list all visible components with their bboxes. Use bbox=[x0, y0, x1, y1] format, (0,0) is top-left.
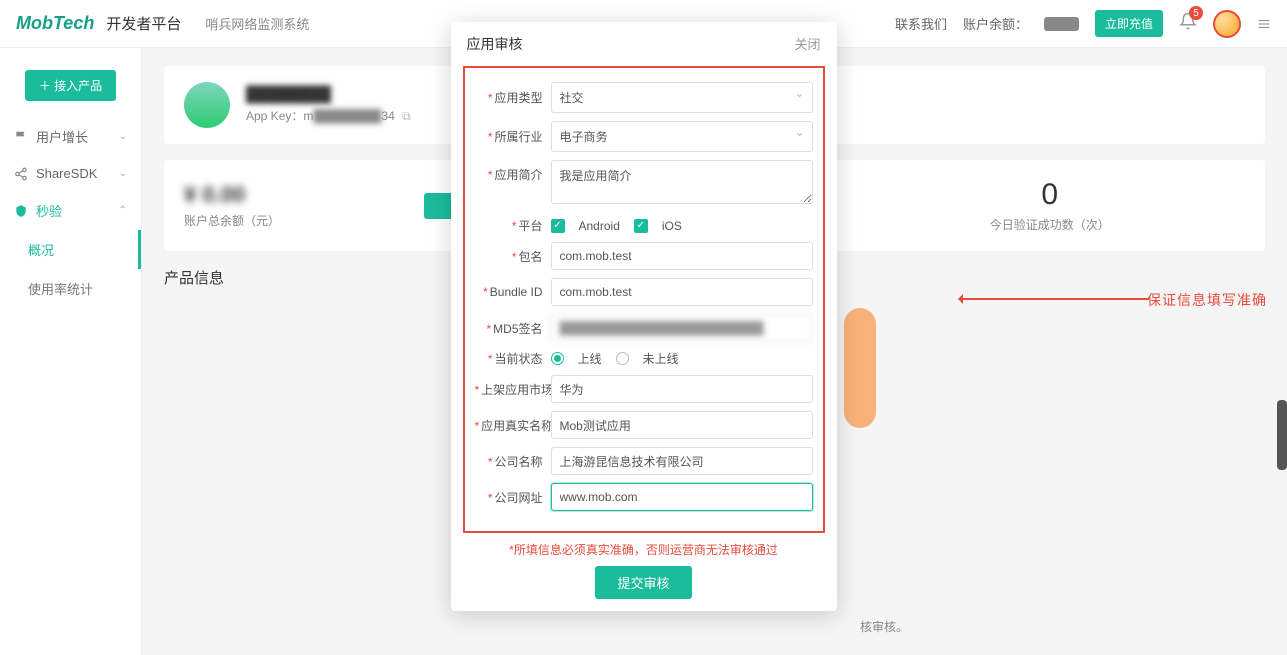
radio-offline[interactable] bbox=[616, 352, 629, 365]
input-market[interactable] bbox=[551, 375, 813, 403]
label-company: 公司名称 bbox=[494, 455, 542, 469]
label-real-name: 应用真实名称 bbox=[481, 419, 553, 433]
label-status: 当前状态 bbox=[494, 352, 542, 366]
app-review-modal: 应用审核 关闭 *应用类型 社交 *所属行业 电子商务 *应用简介 *平台 ✓A… bbox=[451, 22, 837, 611]
form-warning-note: *所填信息必须真实准确，否则运营商无法审核通过 bbox=[451, 541, 837, 558]
radio-online-label: 上线 bbox=[578, 350, 602, 367]
label-platform: 平台 bbox=[518, 219, 542, 233]
input-md5[interactable]: ████████████████████████ bbox=[551, 314, 813, 342]
label-md5: MD5签名 bbox=[493, 322, 542, 336]
scrollbar-thumb[interactable] bbox=[1277, 400, 1287, 470]
input-website[interactable] bbox=[551, 483, 813, 511]
select-industry[interactable]: 电子商务 bbox=[551, 121, 813, 152]
label-package: 包名 bbox=[518, 250, 542, 264]
label-intro: 应用简介 bbox=[494, 168, 542, 182]
label-market: 上架应用市场 bbox=[481, 383, 553, 397]
submit-review-button[interactable]: 提交审核 bbox=[595, 566, 691, 599]
callout-arrow bbox=[959, 298, 1149, 300]
footer-hint-text: 核审核。 bbox=[860, 618, 908, 635]
label-website: 公司网址 bbox=[494, 491, 542, 505]
input-bundle-id[interactable] bbox=[551, 278, 813, 306]
checkbox-android-label: Android bbox=[579, 219, 620, 233]
label-app-type: 应用类型 bbox=[494, 91, 542, 105]
input-company[interactable] bbox=[551, 447, 813, 475]
select-app-type[interactable]: 社交 bbox=[551, 82, 813, 113]
input-real-name[interactable] bbox=[551, 411, 813, 439]
checkbox-android[interactable]: ✓ bbox=[551, 219, 565, 233]
modal-title: 应用审核 bbox=[467, 34, 523, 54]
form-container: *应用类型 社交 *所属行业 电子商务 *应用简介 *平台 ✓Android ✓… bbox=[463, 66, 825, 533]
label-industry: 所属行业 bbox=[494, 130, 542, 144]
input-package[interactable] bbox=[551, 242, 813, 270]
radio-online[interactable] bbox=[551, 352, 564, 365]
callout-text: 保证信息填写准确 bbox=[1147, 290, 1267, 310]
modal-close-button[interactable]: 关闭 bbox=[794, 34, 820, 54]
checkbox-ios[interactable]: ✓ bbox=[634, 219, 648, 233]
radio-offline-label: 未上线 bbox=[643, 350, 679, 367]
textarea-intro[interactable] bbox=[551, 160, 813, 204]
label-bundle-id: Bundle ID bbox=[490, 285, 543, 299]
checkbox-ios-label: iOS bbox=[662, 219, 682, 233]
